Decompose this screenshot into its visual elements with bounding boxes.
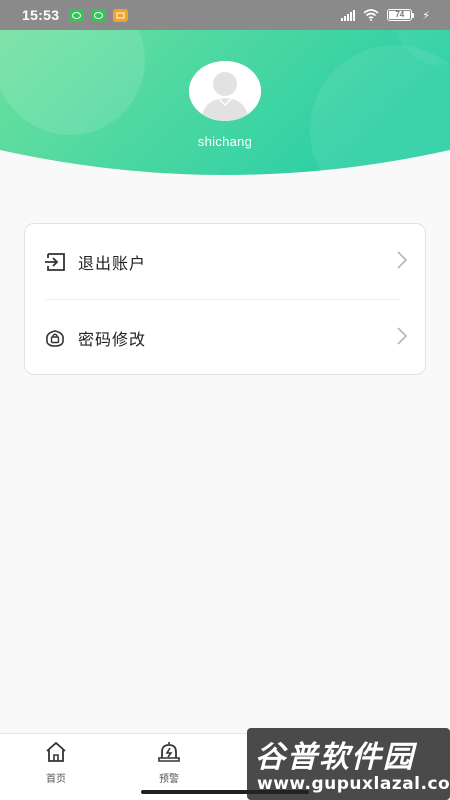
logout-label: 退出账户 [78,253,147,273]
wechat-icon [69,8,85,22]
change-password-label: 密码修改 [78,329,147,349]
tab-alert-label: 预警 [159,774,179,785]
settings-menu: 退出账户 密码修改 [24,223,426,375]
logout-menu-item[interactable]: 退出账户 [25,224,425,299]
chevron-right-icon [397,326,408,349]
alarm-bell-icon [157,741,181,767]
battery-percent: 74 [389,11,411,19]
charging-icon: ⚡ [422,8,430,22]
tab-home[interactable]: 首页 [0,734,112,800]
notification-icons [69,8,129,22]
wifi-icon [363,6,379,25]
wechat-icon [91,8,107,22]
tab-home-label: 首页 [46,774,66,785]
status-time: 15:53 [22,7,60,23]
logout-icon [44,251,66,273]
avatar[interactable] [189,61,261,121]
status-bar: 15:53 74 ⚡ [0,0,450,30]
home-icon [44,741,68,767]
signal-icon [341,9,356,21]
home-indicator [141,790,309,794]
watermark-title: 谷普软件园 [255,740,415,775]
change-password-menu-item[interactable]: 密码修改 [25,300,425,375]
chevron-right-icon [397,250,408,273]
lock-icon [44,327,66,349]
message-icon [113,8,129,22]
username: shichang [197,134,253,149]
battery-icon: 74 [387,9,415,21]
